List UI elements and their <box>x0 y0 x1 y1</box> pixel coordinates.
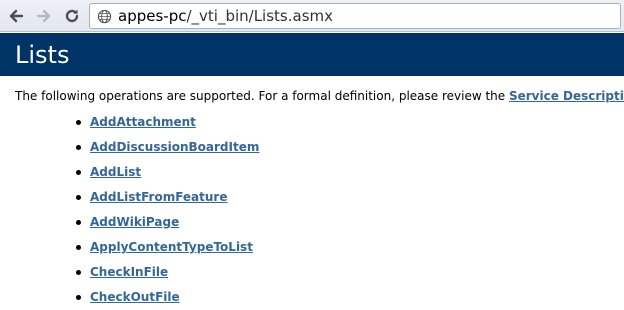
operation-link-applycontenttypetolist[interactable]: ApplyContentTypeToList <box>90 240 253 254</box>
list-item: AddDiscussionBoardItem <box>75 135 259 160</box>
list-item: CheckOutFile <box>75 285 259 310</box>
bullet-icon <box>76 120 81 125</box>
list-item: AddListFromFeature <box>75 185 259 210</box>
globe-icon <box>97 9 112 24</box>
url-text: appes-pc/_vti_bin/Lists.asmx <box>118 7 333 25</box>
page-header: Lists <box>0 33 624 76</box>
browser-toolbar: appes-pc/_vti_bin/Lists.asmx <box>0 0 624 32</box>
operation-link-addwikipage[interactable]: AddWikiPage <box>90 215 179 229</box>
list-item: CheckInFile <box>75 260 259 285</box>
url-path: /_vti_bin/Lists.asmx <box>186 7 333 25</box>
forward-button[interactable] <box>33 5 55 27</box>
list-item: AddWikiPage <box>75 210 259 235</box>
reload-button[interactable] <box>61 5 83 27</box>
list-item: AddList <box>75 160 259 185</box>
url-host: appes-pc <box>118 7 187 25</box>
bullet-icon <box>76 295 81 300</box>
operations-list: AddAttachment AddDiscussionBoardItem Add… <box>75 110 259 310</box>
service-description-link[interactable]: Service Description <box>509 89 624 103</box>
list-item: AddAttachment <box>75 110 259 135</box>
address-bar[interactable]: appes-pc/_vti_bin/Lists.asmx <box>89 3 621 29</box>
operation-link-addlist[interactable]: AddList <box>90 165 141 179</box>
operation-link-adddiscussionboarditem[interactable]: AddDiscussionBoardItem <box>90 140 259 154</box>
back-arrow-icon <box>8 8 24 24</box>
intro-paragraph: The following operations are supported. … <box>15 89 624 103</box>
intro-text: The following operations are supported. … <box>15 89 509 103</box>
bullet-icon <box>76 145 81 150</box>
bullet-icon <box>76 270 81 275</box>
operation-link-addattachment[interactable]: AddAttachment <box>90 115 196 129</box>
list-item: ApplyContentTypeToList <box>75 235 259 260</box>
bullet-icon <box>76 195 81 200</box>
reload-icon <box>64 8 80 24</box>
operation-link-checkoutfile[interactable]: CheckOutFile <box>90 290 180 304</box>
page-title: Lists <box>15 41 70 69</box>
operation-link-addlistfromfeature[interactable]: AddListFromFeature <box>90 190 227 204</box>
bullet-icon <box>76 220 81 225</box>
back-button[interactable] <box>5 5 27 27</box>
forward-arrow-icon <box>36 8 52 24</box>
bullet-icon <box>76 245 81 250</box>
bullet-icon <box>76 170 81 175</box>
operation-link-checkinfile[interactable]: CheckInFile <box>90 265 168 279</box>
